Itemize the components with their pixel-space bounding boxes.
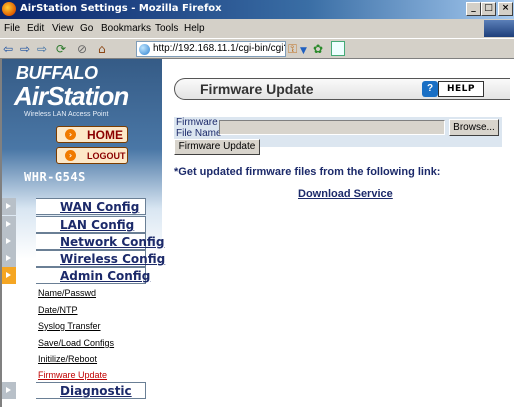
sub-initialize-reboot[interactable]: Initilize/Reboot <box>38 354 97 364</box>
menu-file[interactable]: File <box>4 23 20 34</box>
nav-wan-config[interactable]: WAN Config <box>2 198 146 215</box>
nav-wireless-config[interactable]: Wireless Config <box>2 250 165 267</box>
url-field[interactable]: http://192.168.11.1/cgi-bin/cgi? <box>136 41 286 57</box>
nav-admin-config[interactable]: Admin Config <box>2 267 150 284</box>
menu-bookmarks[interactable]: Bookmarks <box>101 23 151 34</box>
home-button[interactable]: › HOME <box>56 126 128 143</box>
browser-window: AirStation Settings - Mozilla Firefox _ … <box>0 0 514 407</box>
sub-date-ntp[interactable]: Date/NTP <box>38 305 78 315</box>
logout-button[interactable]: › LOGOUT <box>56 147 128 164</box>
nav-arrow-icon <box>2 198 16 215</box>
page-content: BUFFALO AirStation Wireless LAN Access P… <box>0 59 514 407</box>
throbber-icon <box>484 20 514 37</box>
nav-arrow-icon <box>2 250 16 267</box>
menu-view[interactable]: View <box>52 23 74 34</box>
minimize-button[interactable]: _ <box>466 2 481 16</box>
go-arrow-icon[interactable]: ▼ <box>300 44 307 58</box>
sidebar: BUFFALO AirStation Wireless LAN Access P… <box>2 59 165 407</box>
forward-icon[interactable]: ⇨ <box>20 42 30 56</box>
download-service-link[interactable]: Download Service <box>298 188 393 200</box>
home-icon[interactable]: ⌂ <box>98 42 106 56</box>
firmware-update-button[interactable]: Firmware Update <box>174 139 260 155</box>
help-icon: ? <box>422 81 438 97</box>
reload-icon[interactable]: ⟳ <box>56 42 66 56</box>
nav-arrow-icon <box>2 216 16 233</box>
sub-name-passwd[interactable]: Name/Passwd <box>38 288 96 298</box>
page-title: Firmware Update <box>200 81 314 97</box>
airstation-logo: AirStation <box>14 81 129 111</box>
close-button[interactable]: × <box>498 2 513 16</box>
model-name: WHR-G54S <box>24 170 86 184</box>
firefox-icon <box>2 2 16 16</box>
browse-button[interactable]: Browse... <box>449 119 499 136</box>
firmware-file-input[interactable] <box>219 120 445 135</box>
dropdown-icon[interactable]: ⇨ <box>37 42 47 56</box>
nav-lan-config[interactable]: LAN Config <box>2 216 146 233</box>
arrow-right-icon: › <box>65 150 76 161</box>
menu-help[interactable]: Help <box>184 23 205 34</box>
sub-firmware-update[interactable]: Firmware Update <box>38 370 107 380</box>
menu-tools[interactable]: Tools <box>155 23 178 34</box>
title-bar: AirStation Settings - Mozilla Firefox _ … <box>0 0 514 19</box>
nav-arrow-icon <box>2 233 16 250</box>
update-info-text: *Get updated firmware files from the fol… <box>174 166 441 178</box>
lock-icon[interactable]: ⚿ <box>288 42 297 56</box>
help-button[interactable]: ? HELP <box>422 81 484 97</box>
menu-bar: File Edit View Go Bookmarks Tools Help <box>0 19 514 38</box>
menu-edit[interactable]: Edit <box>27 23 44 34</box>
nav-network-config[interactable]: Network Config <box>2 233 164 250</box>
stop-icon[interactable]: ⊘ <box>77 42 87 56</box>
menu-go[interactable]: Go <box>80 23 93 34</box>
navigation-toolbar: ⇦ ⇨ ⇨ ⟳ ⊘ ⌂ http://192.168.11.1/cgi-bin/… <box>0 38 514 59</box>
nav-arrow-icon <box>2 267 16 284</box>
nav-diagnostic[interactable]: Diagnostic <box>2 382 146 399</box>
arrow-right-icon: › <box>65 129 76 140</box>
url-text: http://192.168.11.1/cgi-bin/cgi? <box>153 43 286 54</box>
sub-save-load-configs[interactable]: Save/Load Configs <box>38 338 114 348</box>
window-title: AirStation Settings - Mozilla Firefox <box>20 3 222 14</box>
firmware-file-label: Firmware File Name <box>176 117 222 139</box>
sub-syslog-transfer[interactable]: Syslog Transfer <box>38 321 101 331</box>
logo-subtitle: Wireless LAN Access Point <box>24 111 109 118</box>
back-icon[interactable]: ⇦ <box>3 42 13 56</box>
search-engine-icon[interactable] <box>331 41 345 56</box>
maximize-button[interactable]: □ <box>481 2 496 16</box>
page-globe-icon <box>139 44 150 55</box>
nav-arrow-icon <box>2 382 16 399</box>
extension-icon[interactable]: ✿ <box>313 42 323 56</box>
